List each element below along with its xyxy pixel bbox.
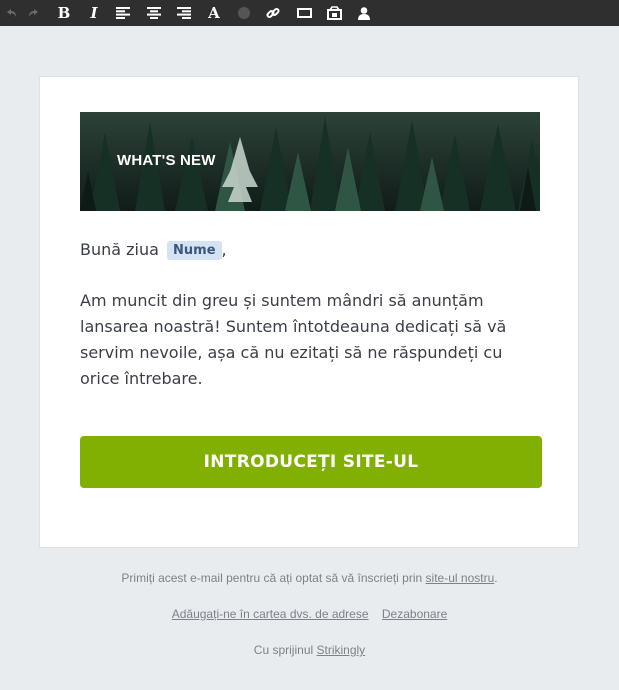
bold-label: B [57, 4, 71, 22]
undo-icon[interactable] [0, 0, 22, 26]
editor-toolbar: B I A [0, 0, 619, 26]
header-banner-image[interactable]: WHAT'S NEW [80, 112, 540, 211]
greeting: Bună ziua Nume, [80, 240, 227, 260]
body-line: servim nevoile, așa că nu ezitați să ne … [80, 343, 503, 362]
unsubscribe-link[interactable]: Dezabonare [382, 607, 447, 621]
bold-icon[interactable]: B [53, 0, 75, 26]
italic-icon[interactable]: I [83, 0, 105, 26]
optin-end: . [494, 571, 498, 585]
user-icon[interactable] [353, 0, 375, 26]
banner-title: WHAT'S NEW [117, 152, 216, 169]
color-dot-icon[interactable] [233, 0, 255, 26]
strikingly-link[interactable]: Strikingly [317, 643, 366, 657]
body-paragraph[interactable]: Am muncit din greu și suntem mândri să a… [80, 288, 550, 392]
website-link[interactable]: site-ul nostru [426, 571, 495, 585]
enter-site-button[interactable]: INTRODUCEȚI SITE-UL [80, 436, 542, 488]
font-icon[interactable]: A [203, 0, 225, 26]
italic-label: I [90, 4, 98, 22]
greeting-prefix: Bună ziua [80, 240, 159, 259]
optin-text: Primiți acest e-mail pentru că ați optat… [121, 571, 423, 585]
greeting-suffix: , [221, 240, 227, 259]
body-line: Am muncit din greu și suntem mândri să a… [80, 291, 484, 310]
align-center-icon[interactable] [143, 0, 165, 26]
button-icon[interactable] [293, 0, 315, 26]
email-card: WHAT'S NEW Bună ziua Nume, Am muncit din… [39, 76, 579, 548]
link-icon[interactable] [262, 0, 284, 26]
body-line: lansarea noastră! Suntem întotdeauna ded… [80, 317, 507, 336]
powered-prefix: Cu sprijinul [253, 643, 314, 657]
footer-links: Adăugați-ne în cartea dvs. de adrese Dez… [0, 607, 619, 621]
font-label: A [208, 4, 220, 22]
add-to-address-book-link[interactable]: Adăugați-ne în cartea dvs. de adrese [172, 607, 369, 621]
redo-icon[interactable] [23, 0, 45, 26]
align-right-icon[interactable] [173, 0, 195, 26]
optin-notice: Primiți acest e-mail pentru că ați optat… [0, 571, 619, 585]
name-merge-tag[interactable]: Nume [167, 241, 222, 260]
media-icon[interactable] [323, 0, 345, 26]
powered-by: Cu sprijinul Strikingly [0, 643, 619, 657]
align-left-icon[interactable] [112, 0, 134, 26]
body-line: orice întrebare. [80, 369, 203, 388]
